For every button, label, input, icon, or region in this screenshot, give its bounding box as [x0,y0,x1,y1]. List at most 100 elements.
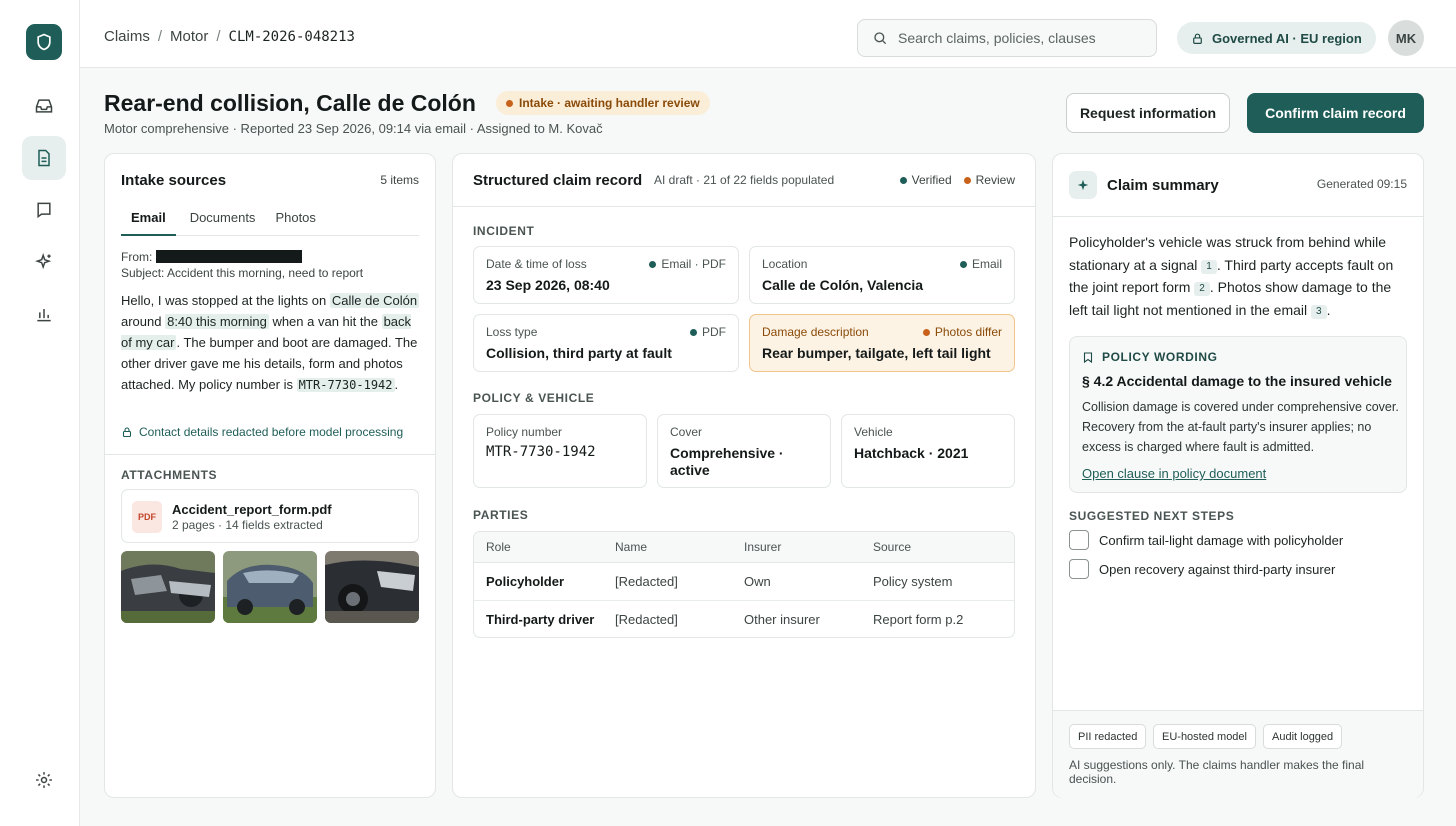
field-value: Collision, third party at fault [486,345,672,361]
photo-thumbnail[interactable] [121,551,215,623]
status-dot [506,99,513,107]
field-source: Email [959,257,1002,271]
field-source-label: PDF [702,325,726,339]
field-loss-type[interactable]: Loss type PDF Collision, third party at … [473,314,739,372]
search-icon [874,32,887,45]
legend-review-label: Review [975,173,1015,187]
breadcrumb-separator: / [216,28,221,45]
email-text: around [121,314,166,329]
chat-icon[interactable] [22,188,66,232]
chart-icon[interactable] [22,292,66,336]
search-input[interactable] [898,30,1148,46]
policy-wording-label-text: POLICY WORDING [1102,350,1218,364]
shield-icon[interactable] [26,24,62,60]
open-clause-link[interactable]: Open clause in policy document [1082,466,1266,481]
breadcrumb-current: CLM-2026-048213 [228,28,355,45]
gear-icon[interactable] [22,758,66,802]
field-source: PDF [690,325,726,339]
status-badge: Intake · awaiting handler review [496,91,710,115]
field-value: Comprehensive · active [670,445,784,478]
sparkle-icon[interactable] [22,240,66,284]
search-box[interactable] [857,19,1157,57]
table-row[interactable]: Policyholder [Redacted] Own Policy syste… [474,563,1014,600]
step-label: Confirm tail-light damage with policyhol… [1099,532,1344,548]
field-vehicle[interactable]: Vehicle Hatchback · 2021 [841,414,1015,488]
verified-dot [959,260,967,268]
step-checkbox[interactable] [1069,559,1089,579]
field-label: Cover [670,425,703,439]
attachment-name: Accident_report_form.pdf [172,502,332,517]
tab-documents[interactable]: Documents [180,206,266,236]
next-step-item[interactable]: Confirm tail-light damage with policyhol… [1069,530,1343,550]
highlight-location[interactable]: Calle de Colón [329,293,420,308]
next-steps-label: SUGGESTED NEXT STEPS [1069,509,1235,523]
party-role: Policyholder [486,574,565,589]
breadcrumb-separator: / [157,28,163,45]
email-text: . [394,377,399,392]
parties-label: PARTIES [473,508,529,522]
email-meta: From: Subject: Accident this morning, ne… [121,249,363,281]
status-label: Intake · awaiting handler review [519,96,700,110]
review-dot [963,176,971,184]
confirm-claim-record-button[interactable]: Confirm claim record [1247,93,1424,133]
column-header: Role [474,532,603,563]
attachment-card[interactable]: PDF Accident_report_form.pdf 2 pages · 1… [121,489,419,543]
tab-photos[interactable]: Photos [265,206,325,236]
step-label: Open recovery against third-party insure… [1099,561,1336,577]
column-header: Name [603,532,732,563]
citation-badge[interactable]: 2 [1194,282,1210,296]
email-text: when a van hit the [268,314,382,329]
policy-wording-card: POLICY WORDING § 4.2 Accidental damage t… [1069,336,1407,493]
party-name: [Redacted] [615,574,678,589]
record-legend: Verified Review [899,173,1015,187]
highlight-time[interactable]: 8:40 this morning [165,314,269,329]
audit-logged-chip: Audit logged [1263,724,1343,749]
photo-thumbnail[interactable] [223,551,317,623]
avatar[interactable]: MK [1388,20,1424,56]
step-checkbox[interactable] [1069,530,1089,550]
field-policy-number[interactable]: Policy number MTR-7730-1942 [473,414,647,488]
table-row[interactable]: Third-party driver [Redacted] Other insu… [474,600,1014,637]
field-damage-description[interactable]: Damage description Photos differ Rear bu… [749,314,1015,372]
email-body: Hello, I was stopped at the lights on Ca… [121,290,421,396]
divider [105,454,435,455]
field-label: Location [762,257,808,271]
citation-badge[interactable]: 3 [1311,304,1327,319]
breadcrumb-motor[interactable]: Motor [170,28,208,45]
breadcrumb-claims[interactable]: Claims [104,28,150,45]
field-value: Calle de Colón, Valencia [762,277,924,293]
next-step-item[interactable]: Open recovery against third-party insure… [1069,559,1335,579]
bookmark-icon [1083,351,1093,363]
field-cover[interactable]: Cover Comprehensive · active [657,414,831,488]
table-header-row: Role Name Insurer Source [474,532,1014,563]
highlight-policy-number[interactable]: MTR-7730-1942 [296,378,395,392]
column-header: Source [861,532,1014,563]
field-date-time[interactable]: Date & time of loss Email · PDF 23 Sep 2… [473,246,739,304]
governance-label: Governed AI · EU region [1212,30,1362,46]
claim-summary-panel: Claim summary Generated 09:15 Policyhold… [1052,153,1424,798]
inbox-icon[interactable] [22,84,66,128]
document-icon[interactable] [22,136,66,180]
legend-verified-label: Verified [911,173,952,187]
citation-badge[interactable]: 1 [1201,259,1217,274]
attachments-label: ATTACHMENTS [121,468,218,482]
governance-pill[interactable]: Governed AI · EU region [1177,22,1376,54]
photo-thumbnail[interactable] [325,551,419,623]
party-insurer: Other insurer [732,600,861,637]
record-title: Structured claim record [473,172,643,189]
field-location[interactable]: Location Email Calle de Colón, Valencia [749,246,1015,304]
attachment-meta: 2 pages · 14 fields extracted [172,518,323,532]
pii-redacted-chip: PII redacted [1069,724,1147,749]
clause-title: § 4.2 Accidental damage to the insured v… [1082,373,1392,389]
top-bar: Claims / Motor / CLM-2026-048213 Governe… [80,0,1456,68]
request-information-button[interactable]: Request information [1066,93,1230,133]
field-source-label: Email · PDF [661,257,726,271]
field-label: Damage description [762,325,869,339]
redaction-note: Contact details redacted before model pr… [121,425,403,439]
from-label: From: [121,250,153,264]
structured-record-panel: Structured claim record AI draft · 21 of… [452,153,1036,798]
column-header: Insurer [732,532,861,563]
tab-email[interactable]: Email [121,206,176,236]
divider [1053,216,1423,217]
summary-generated: Generated 09:15 [1316,177,1407,191]
